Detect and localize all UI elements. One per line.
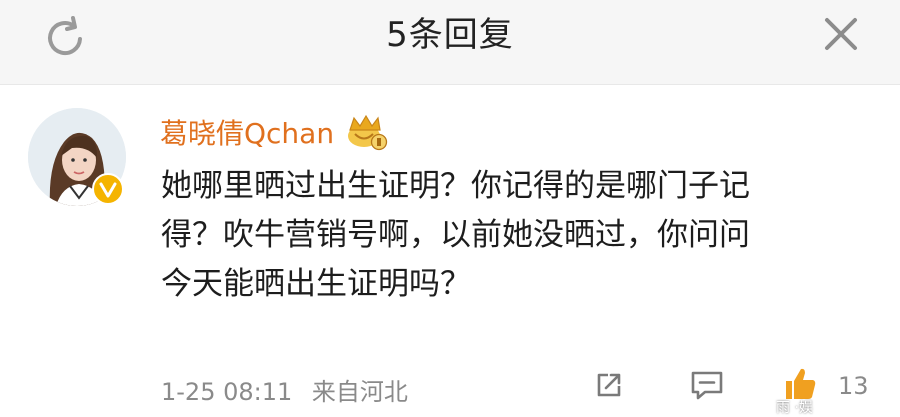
page-title: 5条回复: [386, 15, 514, 55]
comment-line: 得？吹牛营销号啊，以前她没晒过，你问问: [161, 217, 750, 253]
comment-date: 1-25 08:11: [161, 378, 293, 406]
comment-line: 她哪里晒过出生证明？你记得的是哪门子记: [161, 168, 750, 204]
crown-badge-icon[interactable]: [344, 112, 388, 152]
like-count: 13: [838, 372, 869, 400]
watermark: 雨 ·娱: [776, 400, 813, 416]
username-row: 葛晓倩Qchan: [160, 110, 388, 154]
verified-badge-icon: [92, 173, 124, 205]
comment-line: 今天能晒出生证明吗？: [161, 266, 471, 302]
reply-icon[interactable]: [690, 370, 724, 400]
repost-icon[interactable]: [594, 370, 624, 400]
close-icon: [825, 18, 857, 50]
username[interactable]: 葛晓倩Qchan: [160, 112, 334, 152]
header-bar: 5条回复: [0, 0, 900, 85]
comment-meta: 1-25 08:11 来自河北: [161, 372, 408, 407]
comment-content: 她哪里晒过出生证明？你记得的是哪门子记 得？吹牛营销号啊，以前她没晒过，你问问 …: [161, 162, 881, 309]
close-button[interactable]: [815, 12, 867, 60]
reply-page: 5条回复 葛晓倩Qchan 她哪里晒过出生证明？你记得的是哪门子记 得？吹牛营销…: [0, 0, 900, 417]
comment-source: 来自河北: [311, 378, 408, 406]
